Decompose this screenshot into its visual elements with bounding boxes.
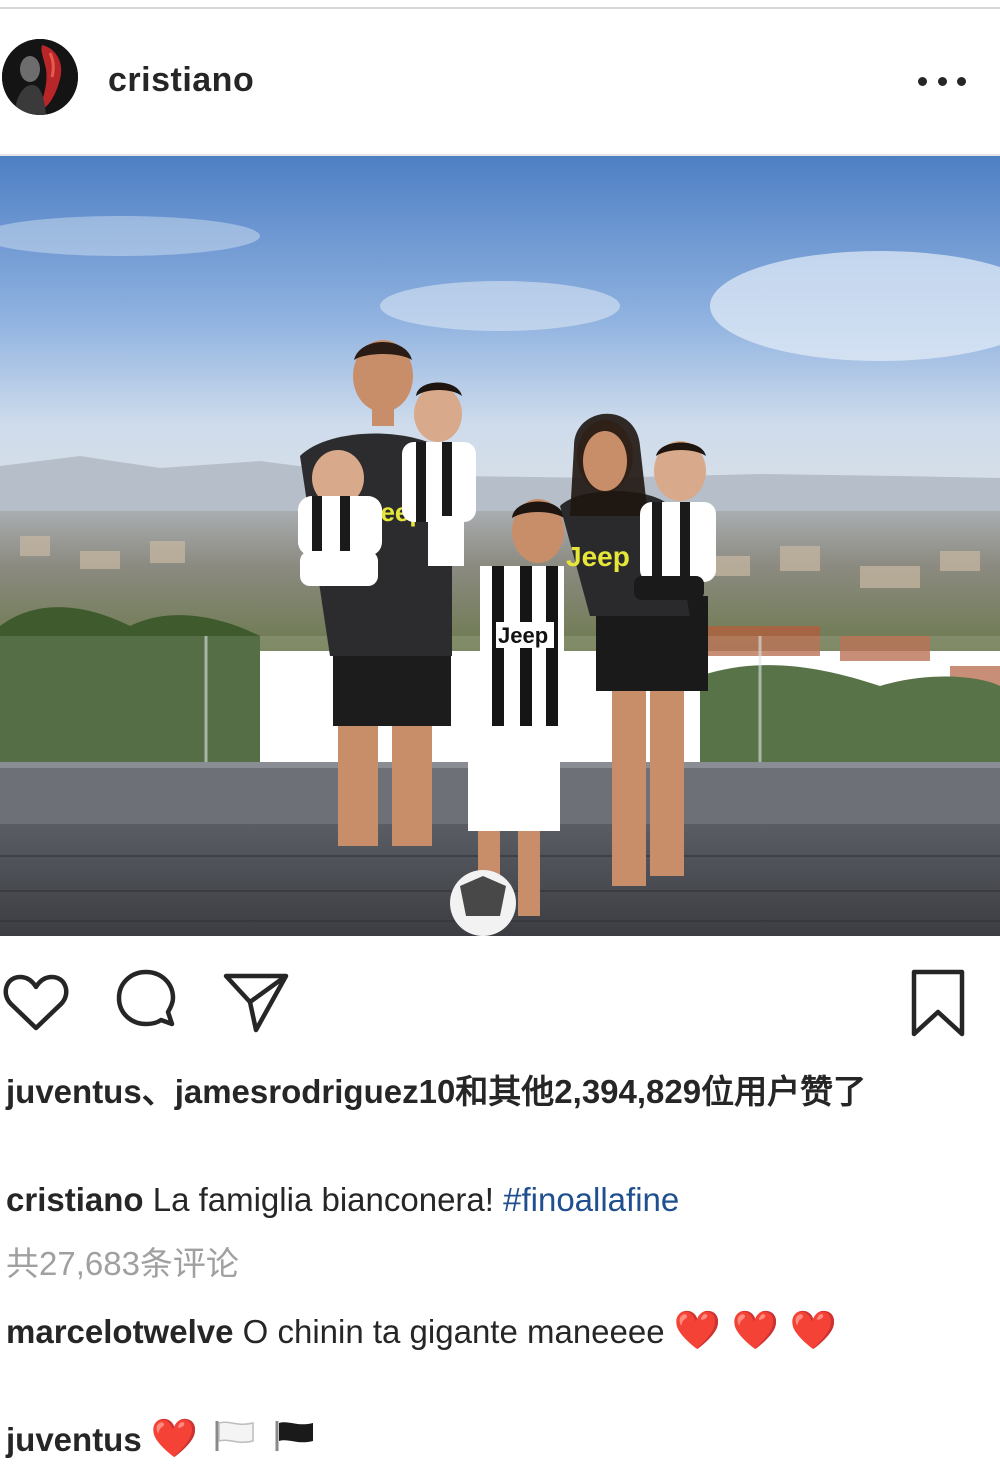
heart-emoji: ❤️	[150, 1418, 199, 1460]
instagram-post: cristiano Jeep Jeep Jeep juventus、jamesr…	[0, 0, 1000, 1479]
comment-username[interactable]: juventus	[6, 1421, 142, 1458]
comment-item: juventus ❤️	[6, 1414, 986, 1467]
svg-text:Jeep: Jeep	[498, 623, 548, 648]
football	[450, 870, 516, 936]
comment-text: O chinin ta gigante maneeee	[242, 1313, 665, 1350]
dot	[957, 76, 966, 86]
svg-text:Jeep: Jeep	[566, 541, 630, 572]
comment-username[interactable]: marcelotwelve	[6, 1313, 233, 1350]
heart-emoji: ❤️ ❤️ ❤️	[673, 1310, 837, 1352]
post-header: cristiano	[0, 9, 1000, 155]
comment-icon[interactable]	[112, 968, 180, 1041]
heart-icon[interactable]	[2, 968, 70, 1041]
dot	[937, 76, 947, 86]
black-flag-icon	[273, 1417, 317, 1467]
post-photo[interactable]: Jeep Jeep Jeep	[0, 156, 1000, 936]
white-flag-icon	[213, 1417, 257, 1467]
bookmark-icon[interactable]	[908, 968, 968, 1045]
likes-summary[interactable]: juventus、jamesrodriguez10和其他2,394,829位用户…	[6, 1070, 966, 1114]
comment-item: marcelotwelve O chinin ta gigante maneee…	[6, 1306, 986, 1357]
caption: cristiano La famiglia bianconera! #finoa…	[6, 1176, 986, 1224]
post-username[interactable]: cristiano	[108, 61, 254, 100]
share-icon[interactable]	[222, 968, 292, 1041]
avatar[interactable]	[2, 39, 78, 115]
caption-text: La famiglia bianconera!	[152, 1181, 494, 1218]
hashtag-link[interactable]: #finoallafine	[503, 1181, 679, 1218]
caption-username[interactable]: cristiano	[6, 1181, 144, 1218]
more-options-icon[interactable]	[918, 69, 966, 93]
view-comments-link[interactable]: 共27,683条评论	[6, 1240, 239, 1288]
dot	[918, 76, 927, 86]
action-bar	[0, 958, 1000, 1048]
